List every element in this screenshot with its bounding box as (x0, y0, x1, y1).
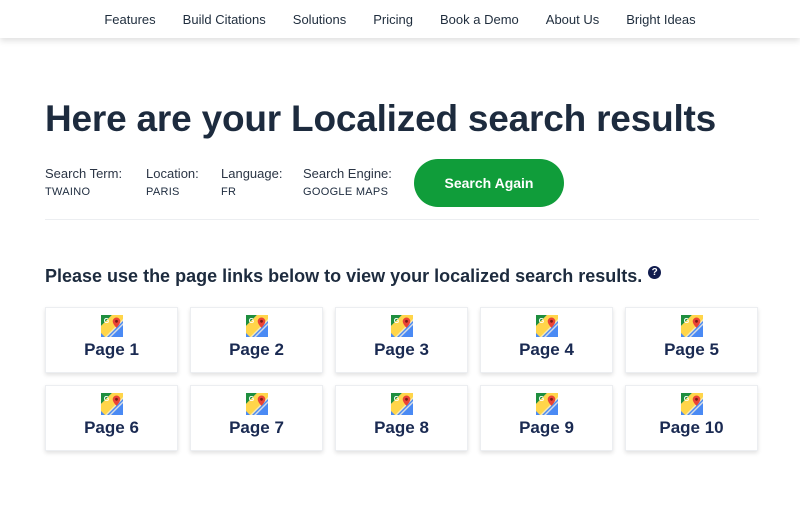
google-maps-icon (391, 393, 413, 415)
param-search-engine: Search Engine: GOOGLE MAPS (303, 166, 392, 200)
search-engine-label: Search Engine: (303, 166, 392, 181)
google-maps-icon (536, 315, 558, 337)
results-instructions: Please use the page links below to view … (45, 266, 662, 287)
param-language: Language: FR (221, 166, 282, 200)
google-maps-icon (246, 393, 268, 415)
search-term-label: Search Term: (45, 166, 123, 181)
page-link-10[interactable]: Page 10 (625, 385, 758, 451)
nav-item-about-us[interactable]: About Us (546, 12, 599, 27)
param-location: Location: PARIS (146, 166, 199, 200)
page-link-label: Page 9 (519, 418, 574, 437)
google-maps-icon (101, 315, 123, 337)
location-value: PARIS (146, 186, 180, 198)
page-link-label: Page 6 (84, 418, 139, 437)
help-icon[interactable]: ? (648, 266, 662, 279)
location-label: Location: (146, 166, 199, 181)
google-maps-icon (101, 393, 123, 415)
google-maps-icon (246, 315, 268, 337)
page-link-label: Page 1 (84, 340, 139, 359)
search-term-value: TWAINO (45, 186, 91, 198)
divider (45, 219, 759, 220)
page-link-5[interactable]: Page 5 (625, 307, 758, 373)
page-link-2[interactable]: Page 2 (190, 307, 323, 373)
page-link-6[interactable]: Page 6 (45, 385, 178, 451)
param-search-term: Search Term: TWAINO (45, 166, 122, 200)
page-link-3[interactable]: Page 3 (335, 307, 468, 373)
page-link-7[interactable]: Page 7 (190, 385, 323, 451)
page-link-label: Page 7 (229, 418, 284, 437)
page-link-label: Page 3 (374, 340, 429, 359)
nav-item-solutions[interactable]: Solutions (293, 12, 346, 27)
language-value: FR (221, 186, 237, 198)
page-link-1[interactable]: Page 1 (45, 307, 178, 373)
page-link-label: Page 5 (664, 340, 719, 359)
page-link-4[interactable]: Page 4 (480, 307, 613, 373)
search-engine-value: GOOGLE MAPS (303, 186, 389, 198)
page-link-8[interactable]: Page 8 (335, 385, 468, 451)
instructions-text: Please use the page links below to view … (45, 266, 643, 286)
google-maps-icon (681, 393, 703, 415)
language-label: Language: (221, 166, 283, 181)
google-maps-icon (681, 315, 703, 337)
nav-item-features[interactable]: Features (104, 12, 155, 27)
page-link-9[interactable]: Page 9 (480, 385, 613, 451)
page-link-label: Page 2 (229, 340, 284, 359)
nav-item-bright-ideas[interactable]: Bright Ideas (626, 12, 695, 27)
google-maps-icon (391, 315, 413, 337)
page-title: Here are your Localized search results (45, 98, 717, 139)
nav-item-book-a-demo[interactable]: Book a Demo (440, 12, 519, 27)
page-links-grid: Page 1 Page 2 Page 3 Page 4 Page 5 Page … (45, 307, 759, 451)
nav-item-pricing[interactable]: Pricing (373, 12, 413, 27)
google-maps-icon (536, 393, 558, 415)
nav-item-build-citations[interactable]: Build Citations (183, 12, 266, 27)
page-link-label: Page 8 (374, 418, 429, 437)
page-link-label: Page 10 (659, 418, 724, 437)
top-nav: Features Build Citations Solutions Prici… (0, 0, 800, 38)
search-again-button[interactable]: Search Again (414, 159, 564, 207)
page-link-label: Page 4 (519, 340, 574, 359)
